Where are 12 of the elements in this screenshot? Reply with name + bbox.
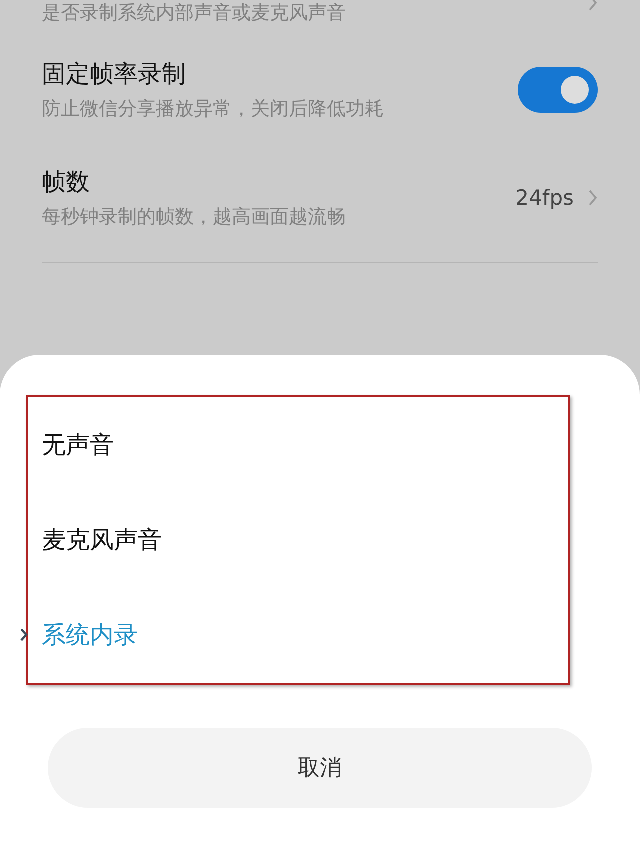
setting-description: 防止微信分享播放异常，关闭后降低功耗 [42,97,384,122]
cancel-button[interactable]: 取消 [48,728,592,808]
setting-description: 是否录制系统内部声音或麦克风声音 [42,1,346,26]
sound-option[interactable]: 系统内录 [42,619,138,652]
setting-title: 固定帧率录制 [42,59,187,90]
setting-description: 每秒钟录制的帧数，越高画面越流畅 [42,205,346,230]
setting-value: 24fps [516,186,574,210]
chevron-right-icon [588,189,598,207]
setting-title: 帧数 [42,167,91,198]
toggle-switch[interactable] [518,67,598,113]
sound-option[interactable]: 麦克风声音 [42,524,162,556]
sound-option[interactable]: 无声音 [42,428,114,461]
